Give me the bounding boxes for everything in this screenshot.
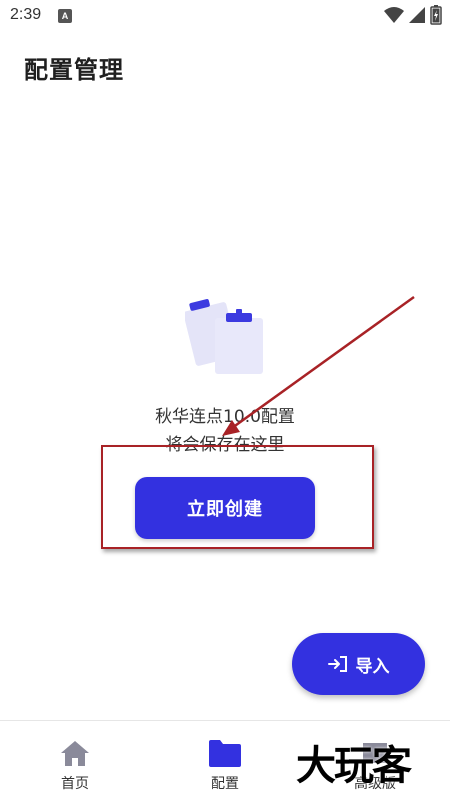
nav-item-pro[interactable]: 高级版 bbox=[300, 721, 450, 800]
pro-icon bbox=[363, 743, 387, 763]
nav-item-config[interactable]: 配置 bbox=[150, 721, 300, 800]
bottom-nav: 首页 配置 高级版 bbox=[0, 720, 450, 800]
folder-icon bbox=[209, 740, 241, 767]
import-icon bbox=[327, 656, 347, 672]
status-time: 2:39 bbox=[10, 6, 42, 23]
nav-label-home: 首页 bbox=[61, 776, 89, 792]
page-title: 配置管理 bbox=[24, 56, 124, 84]
clipboard-icon bbox=[185, 299, 263, 374]
status-bar: 2:39 A bbox=[0, 0, 450, 32]
signal-icon bbox=[409, 7, 425, 23]
empty-state-line-1: 秋华连点10.0配置 bbox=[155, 407, 295, 427]
notification-icon: A bbox=[58, 9, 72, 23]
import-button[interactable]: 导入 bbox=[292, 633, 425, 695]
status-icons bbox=[384, 5, 442, 25]
battery-icon bbox=[430, 5, 442, 25]
wifi-icon bbox=[384, 7, 404, 23]
import-button-label: 导入 bbox=[355, 656, 390, 677]
home-icon bbox=[61, 741, 89, 766]
nav-label-config: 配置 bbox=[211, 776, 239, 792]
create-now-button[interactable]: 立即创建 bbox=[135, 477, 315, 539]
nav-item-home[interactable]: 首页 bbox=[0, 721, 150, 800]
nav-label-pro: 高级版 bbox=[354, 776, 396, 792]
empty-state-line-2: 将会保存在这里 bbox=[165, 435, 285, 455]
